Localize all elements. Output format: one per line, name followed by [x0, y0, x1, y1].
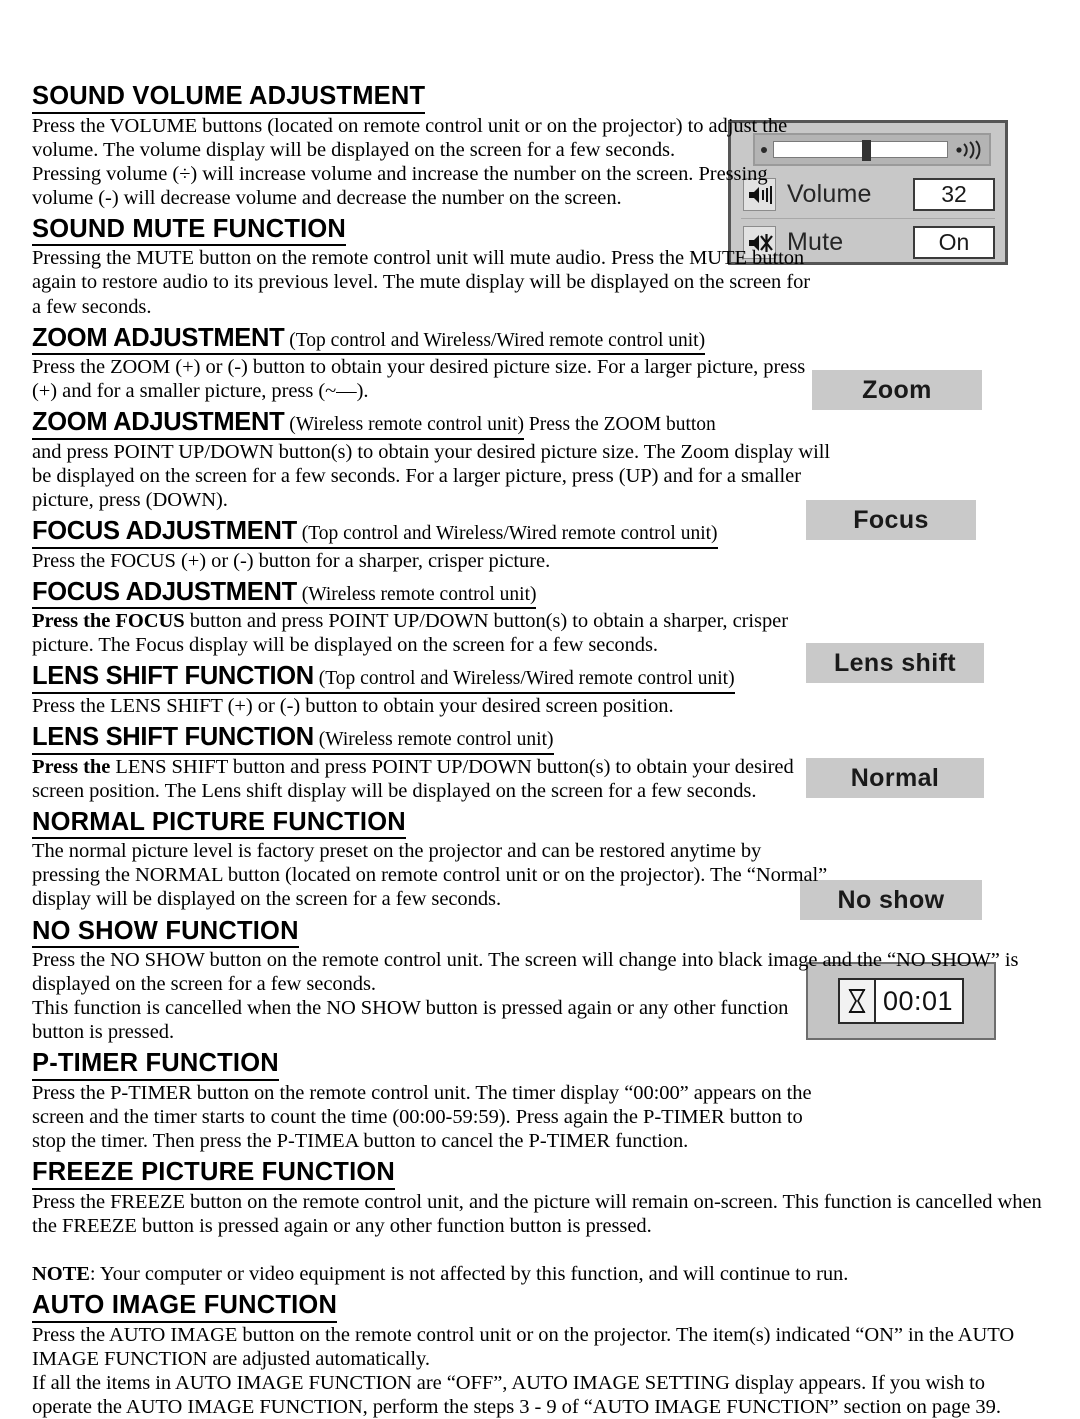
section-auto-image-heading: AUTO IMAGE FUNCTION	[32, 1291, 1048, 1323]
heading-lens-shift-top-note: (Top control and Wireless/Wired remote c…	[313, 668, 735, 690]
section-zoom-adjustment-wireless-heading: ZOOM ADJUSTMENT (Wireless remote control…	[32, 408, 1048, 440]
heading-focus-adjustment-wireless-note: (Wireless remote control unit)	[296, 583, 537, 605]
heading-zoom-adjustment-wireless-note: (Wireless remote control unit)	[284, 414, 525, 436]
heading-lens-shift-top: LENS SHIFT FUNCTION (Top control and Wir…	[32, 662, 735, 694]
paragraph-sound-volume-1: Press the VOLUME buttons (located on rem…	[32, 114, 788, 161]
heading-no-show-function: NO SHOW FUNCTION	[32, 917, 299, 949]
section-focus-adjustment-wireless-heading: FOCUS ADJUSTMENT (Wireless remote contro…	[32, 578, 1048, 610]
section-freeze-picture-heading: FREEZE PICTURE FUNCTION	[32, 1158, 1048, 1190]
heading-zoom-adjustment-top-title: ZOOM ADJUSTMENT	[32, 323, 285, 352]
paragraph-no-show-1: Press the NO SHOW button on the remote c…	[32, 949, 1019, 996]
paragraph-auto-image-2: If all the items in AUTO IMAGE FUNCTION …	[32, 1371, 1001, 1418]
heading-lens-shift-wireless: LENS SHIFT FUNCTION (Wireless remote con…	[32, 723, 554, 755]
paragraph-zoom-adjustment-wireless-1: and press POINT UP/DOWN button(s) to obt…	[32, 440, 831, 512]
section-p-timer-heading: P-TIMER FUNCTION	[32, 1049, 1048, 1081]
section-lens-shift-wireless-heading: LENS SHIFT FUNCTION (Wireless remote con…	[32, 723, 1048, 755]
section-lens-shift-top-heading: LENS SHIFT FUNCTION (Top control and Wir…	[32, 662, 1048, 694]
heading-focus-adjustment-wireless: FOCUS ADJUSTMENT (Wireless remote contro…	[32, 577, 537, 610]
heading-lens-shift-wireless-title: LENS SHIFT FUNCTION	[32, 723, 314, 752]
heading-freeze-picture-function: FREEZE PICTURE FUNCTION	[32, 1158, 396, 1190]
heading-focus-adjustment-top: FOCUS ADJUSTMENT (Top control and Wirele…	[32, 517, 718, 549]
note-text: : Your computer or video equipment is no…	[89, 1262, 849, 1285]
paragraph-normal-picture-1: The normal picture level is factory pres…	[32, 840, 828, 911]
heading-p-timer-function: P-TIMER FUNCTION	[32, 1049, 279, 1081]
section-sound-volume-adjustment-heading: SOUND VOLUME ADJUSTMENT	[32, 82, 1048, 114]
heading-focus-adjustment-wireless-title: FOCUS ADJUSTMENT	[32, 577, 297, 606]
paragraph-freeze-picture-1: Press the FREEZE button on the remote co…	[32, 1190, 1042, 1237]
heading-zoom-adjustment-wireless: ZOOM ADJUSTMENT (Wireless remote control…	[32, 408, 525, 440]
heading-focus-adjustment-top-note: (Top control and Wireless/Wired remote c…	[296, 523, 718, 545]
paragraph-focus-adjustment-top-1: Press the FOCUS (+) or (-) button for a …	[32, 549, 551, 572]
paragraph-no-show-2: This function is cancelled when the NO S…	[32, 997, 789, 1044]
section-zoom-adjustment-top-heading: ZOOM ADJUSTMENT (Top control and Wireles…	[32, 324, 1048, 356]
section-no-show-heading: NO SHOW FUNCTION	[32, 917, 1048, 949]
heading-normal-picture-function: NORMAL PICTURE FUNCTION	[32, 808, 406, 840]
heading-sound-volume-adjustment: SOUND VOLUME ADJUSTMENT	[32, 82, 426, 114]
paragraph-sound-volume-2: Pressing volume (÷) will increase volume…	[32, 162, 768, 209]
heading-focus-adjustment-top-title: FOCUS ADJUSTMENT	[32, 517, 297, 546]
note-label: NOTE	[32, 1262, 90, 1285]
section-sound-mute-function-heading: SOUND MUTE FUNCTION	[32, 215, 1048, 247]
heading-sound-mute-function: SOUND MUTE FUNCTION	[32, 215, 347, 247]
paragraph-zoom-adjustment-top-1: Press the ZOOM (+) or (-) button to obta…	[32, 356, 806, 403]
bold-lead-focus: Press the FOCUS	[32, 610, 185, 633]
bold-lead-lens-shift: Press the	[32, 755, 111, 778]
section-focus-adjustment-top-heading: FOCUS ADJUSTMENT (Top control and Wirele…	[32, 517, 1048, 549]
document-page: Volume 32 Mute On Zoom Focus Lens shift	[0, 0, 1080, 1418]
paragraph-freeze-note: NOTE: Your computer or video equipment i…	[32, 1262, 1048, 1286]
heading-lens-shift-top-title: LENS SHIFT FUNCTION	[32, 662, 314, 691]
paragraph-p-timer-1: Press the P-TIMER button on the remote c…	[32, 1081, 812, 1153]
paragraph-focus-adjustment-wireless-1: Press the FOCUS button and press POINT U…	[32, 609, 832, 657]
heading-auto-image-function: AUTO IMAGE FUNCTION	[32, 1291, 338, 1323]
paragraph-auto-image-1: Press the AUTO IMAGE button on the remot…	[32, 1323, 1015, 1370]
document-body: SOUND VOLUME ADJUSTMENT Press the VOLUME…	[32, 82, 1048, 1419]
paragraph-lens-shift-top-1: Press the LENS SHIFT (+) or (-) button t…	[32, 695, 674, 717]
heading-zoom-adjustment-top: ZOOM ADJUSTMENT (Top control and Wireles…	[32, 323, 706, 356]
heading-zoom-adjustment-wireless-tail: Press the ZOOM button	[524, 414, 716, 436]
paragraph-lens-shift-wireless-1: Press the LENS SHIFT button and press PO…	[32, 755, 802, 803]
paragraph-sound-mute-1: Pressing the MUTE button on the remote c…	[32, 247, 811, 318]
section-normal-picture-heading: NORMAL PICTURE FUNCTION	[32, 808, 1048, 840]
heading-lens-shift-wireless-note: (Wireless remote control unit)	[313, 729, 554, 751]
heading-zoom-adjustment-top-note: (Top control and Wireless/Wired remote c…	[284, 329, 706, 351]
paragraph-lens-shift-wireless-rest: LENS SHIFT button and press POINT UP/DOW…	[32, 755, 794, 802]
heading-zoom-adjustment-wireless-title: ZOOM ADJUSTMENT	[32, 408, 285, 437]
